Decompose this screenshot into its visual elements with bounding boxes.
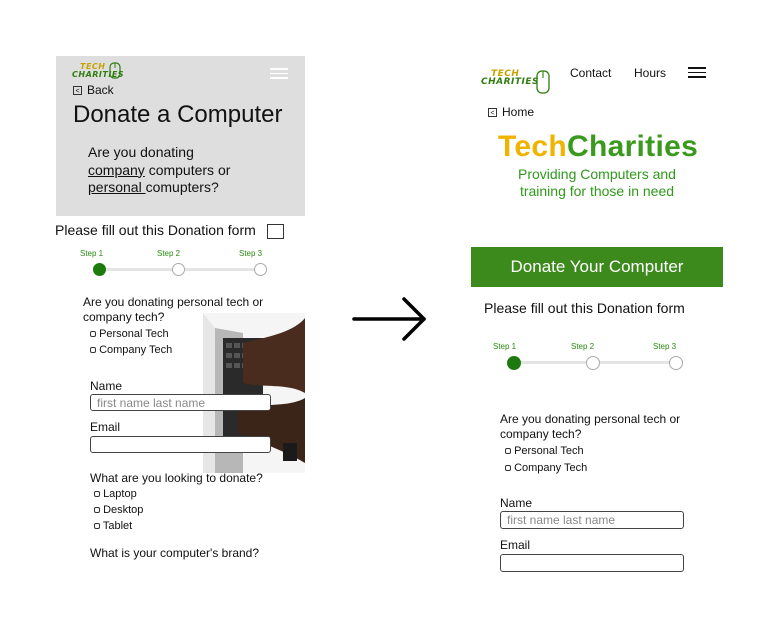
- company-link[interactable]: company: [88, 162, 145, 178]
- form-title: Please fill out this Donation form: [55, 222, 256, 238]
- radio-icon[interactable]: [94, 507, 100, 513]
- home-link[interactable]: Home: [502, 105, 534, 119]
- step-label: Step 3: [239, 249, 263, 258]
- option-company-tech[interactable]: Company Tech: [90, 344, 172, 356]
- step-label: Step 2: [571, 342, 595, 351]
- option-tablet[interactable]: Tablet: [94, 520, 132, 532]
- tagline-line2: training for those in need: [519, 183, 675, 199]
- intro-suffix: comupters?: [145, 179, 219, 195]
- back-link[interactable]: Back: [87, 83, 114, 97]
- email-field[interactable]: [90, 436, 271, 453]
- donate-question: What are you looking to donate?: [90, 471, 263, 485]
- logo[interactable]: TECH CHARITIES: [481, 70, 539, 87]
- email-label: Email: [500, 538, 531, 552]
- step-label: Step 3: [653, 342, 677, 351]
- step-label: Step 1: [493, 342, 517, 351]
- option-company-tech[interactable]: Company Tech: [505, 462, 587, 474]
- mouse-icon: [536, 70, 550, 94]
- option-label: Tablet: [102, 520, 133, 532]
- option-label: Laptop: [103, 488, 137, 500]
- option-laptop[interactable]: Laptop: [94, 488, 137, 500]
- brand-title: TechCharities: [498, 130, 698, 164]
- step-2-dot[interactable]: [586, 356, 600, 370]
- step-2-dot[interactable]: [172, 263, 185, 276]
- radio-icon[interactable]: [505, 448, 511, 454]
- tech-question: Are you donating personal tech or compan…: [500, 412, 681, 441]
- option-label: Company Tech: [99, 344, 173, 356]
- logo-line2: CHARITIES: [481, 77, 539, 87]
- radio-icon[interactable]: [90, 347, 96, 353]
- cursor-box-icon: [267, 224, 284, 239]
- step-3-dot[interactable]: [669, 356, 683, 370]
- personal-link[interactable]: personal: [88, 179, 146, 195]
- option-label: Personal Tech: [514, 445, 584, 457]
- step-label: Step 2: [157, 249, 181, 258]
- tagline: Providing Computers and training for tho…: [471, 166, 723, 200]
- menu-icon[interactable]: [270, 65, 288, 82]
- option-desktop[interactable]: Desktop: [94, 504, 143, 516]
- name-field[interactable]: first name last name: [90, 394, 271, 411]
- brand-tech: Tech: [498, 130, 567, 163]
- intro-mid: computers or: [144, 161, 231, 178]
- radio-icon[interactable]: [505, 465, 511, 471]
- nav-contact[interactable]: Contact: [570, 66, 611, 80]
- option-label: Desktop: [103, 504, 144, 516]
- intro-line3: personal comupters?: [88, 179, 288, 197]
- option-label: Company Tech: [514, 462, 588, 474]
- back-icon: <: [488, 108, 497, 117]
- option-label: Personal Tech: [99, 328, 169, 340]
- brand-question: What is your computer's brand?: [90, 546, 260, 560]
- menu-icon[interactable]: [688, 64, 706, 81]
- intro-line2: company computers or: [88, 162, 288, 180]
- tagline-line1: Providing Computers and: [518, 166, 676, 182]
- nav-hours[interactable]: Hours: [634, 66, 666, 80]
- brand-charities: Charities: [567, 130, 699, 163]
- back-icon: <: [73, 86, 82, 95]
- intro-question: Are you donating company computers or pe…: [88, 144, 288, 197]
- radio-icon[interactable]: [94, 491, 100, 497]
- intro-line1: Are you donating: [88, 144, 194, 160]
- option-personal-tech[interactable]: Personal Tech: [90, 328, 169, 340]
- step-1-dot[interactable]: [507, 356, 521, 370]
- tech-question: Are you donating personal tech or compan…: [83, 295, 264, 324]
- donate-banner: Donate Your Computer: [471, 247, 723, 287]
- email-label: Email: [90, 420, 121, 434]
- step-3-dot[interactable]: [254, 263, 267, 276]
- radio-icon[interactable]: [94, 523, 100, 529]
- step-label: Step 1: [80, 249, 104, 258]
- name-field[interactable]: first name last name: [500, 511, 684, 529]
- mouse-icon: [109, 62, 121, 79]
- name-label: Name: [500, 496, 533, 510]
- radio-icon[interactable]: [90, 331, 96, 337]
- form-title: Please fill out this Donation form: [484, 300, 685, 316]
- email-field[interactable]: [500, 554, 684, 572]
- name-label: Name: [90, 379, 123, 393]
- step-1-dot[interactable]: [93, 263, 106, 276]
- arrow-right-icon: [352, 297, 426, 341]
- option-personal-tech[interactable]: Personal Tech: [505, 445, 584, 457]
- page-title: Donate a Computer: [73, 101, 283, 128]
